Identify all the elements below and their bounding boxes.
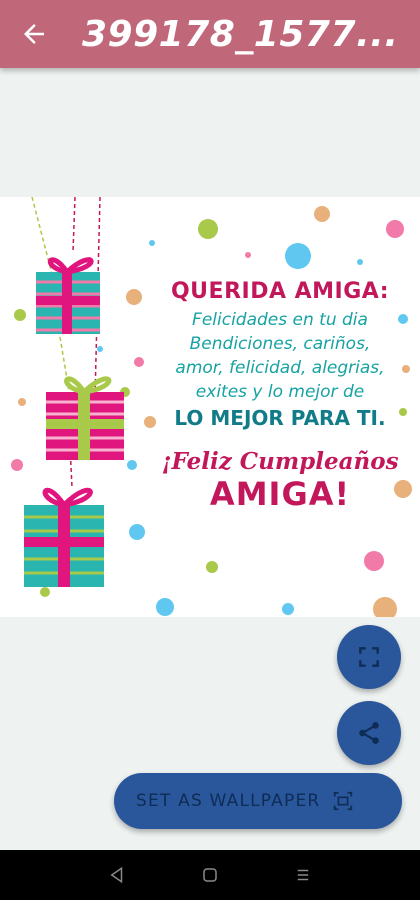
greeting-line-2: Bendiciones, cariños,	[189, 334, 371, 354]
greeting-line-3: amor, felicidad, alegrias,	[175, 358, 385, 378]
greeting-big: AMIGA!	[209, 475, 351, 513]
set-wallpaper-label: SET AS WALLPAPER	[136, 791, 321, 811]
gift-box-3	[24, 487, 104, 587]
greeting-closing: LO MEJOR PARA TI.	[174, 406, 386, 430]
nav-back-button[interactable]	[102, 860, 132, 890]
nav-menu-button[interactable]	[288, 860, 318, 890]
system-nav-bar	[0, 850, 420, 900]
share-button[interactable]	[337, 701, 401, 765]
greeting-message: QUERIDA AMIGA: Felicidades en tu dia Ben…	[150, 279, 410, 513]
greeting-heading: QUERIDA AMIGA:	[170, 279, 390, 304]
greeting-line-4: exites y lo mejor de	[195, 382, 365, 402]
arrow-left-icon	[24, 24, 44, 44]
page-title: 399178_1577...	[82, 13, 399, 55]
nav-back-icon	[110, 866, 122, 884]
nav-home-icon	[203, 868, 217, 882]
nav-home-button[interactable]	[195, 860, 225, 890]
fullscreen-button[interactable]	[337, 625, 401, 689]
back-button[interactable]	[14, 14, 54, 54]
fullscreen-icon	[359, 647, 379, 667]
greeting-image: QUERIDA AMIGA: Felicidades en tu dia Ben…	[0, 197, 420, 617]
app-bar: 399178_1577...	[0, 0, 420, 68]
set-wallpaper-button[interactable]: SET AS WALLPAPER	[114, 773, 402, 829]
greeting-line-1: Felicidades en tu dia	[192, 310, 368, 330]
share-icon	[359, 722, 379, 744]
wallpaper-icon	[332, 790, 354, 812]
greeting-script: ¡Feliz Cumpleaños	[161, 448, 399, 475]
gift-box-1	[36, 257, 100, 334]
gift-box-2	[46, 376, 124, 460]
nav-menu-icon	[298, 869, 309, 881]
